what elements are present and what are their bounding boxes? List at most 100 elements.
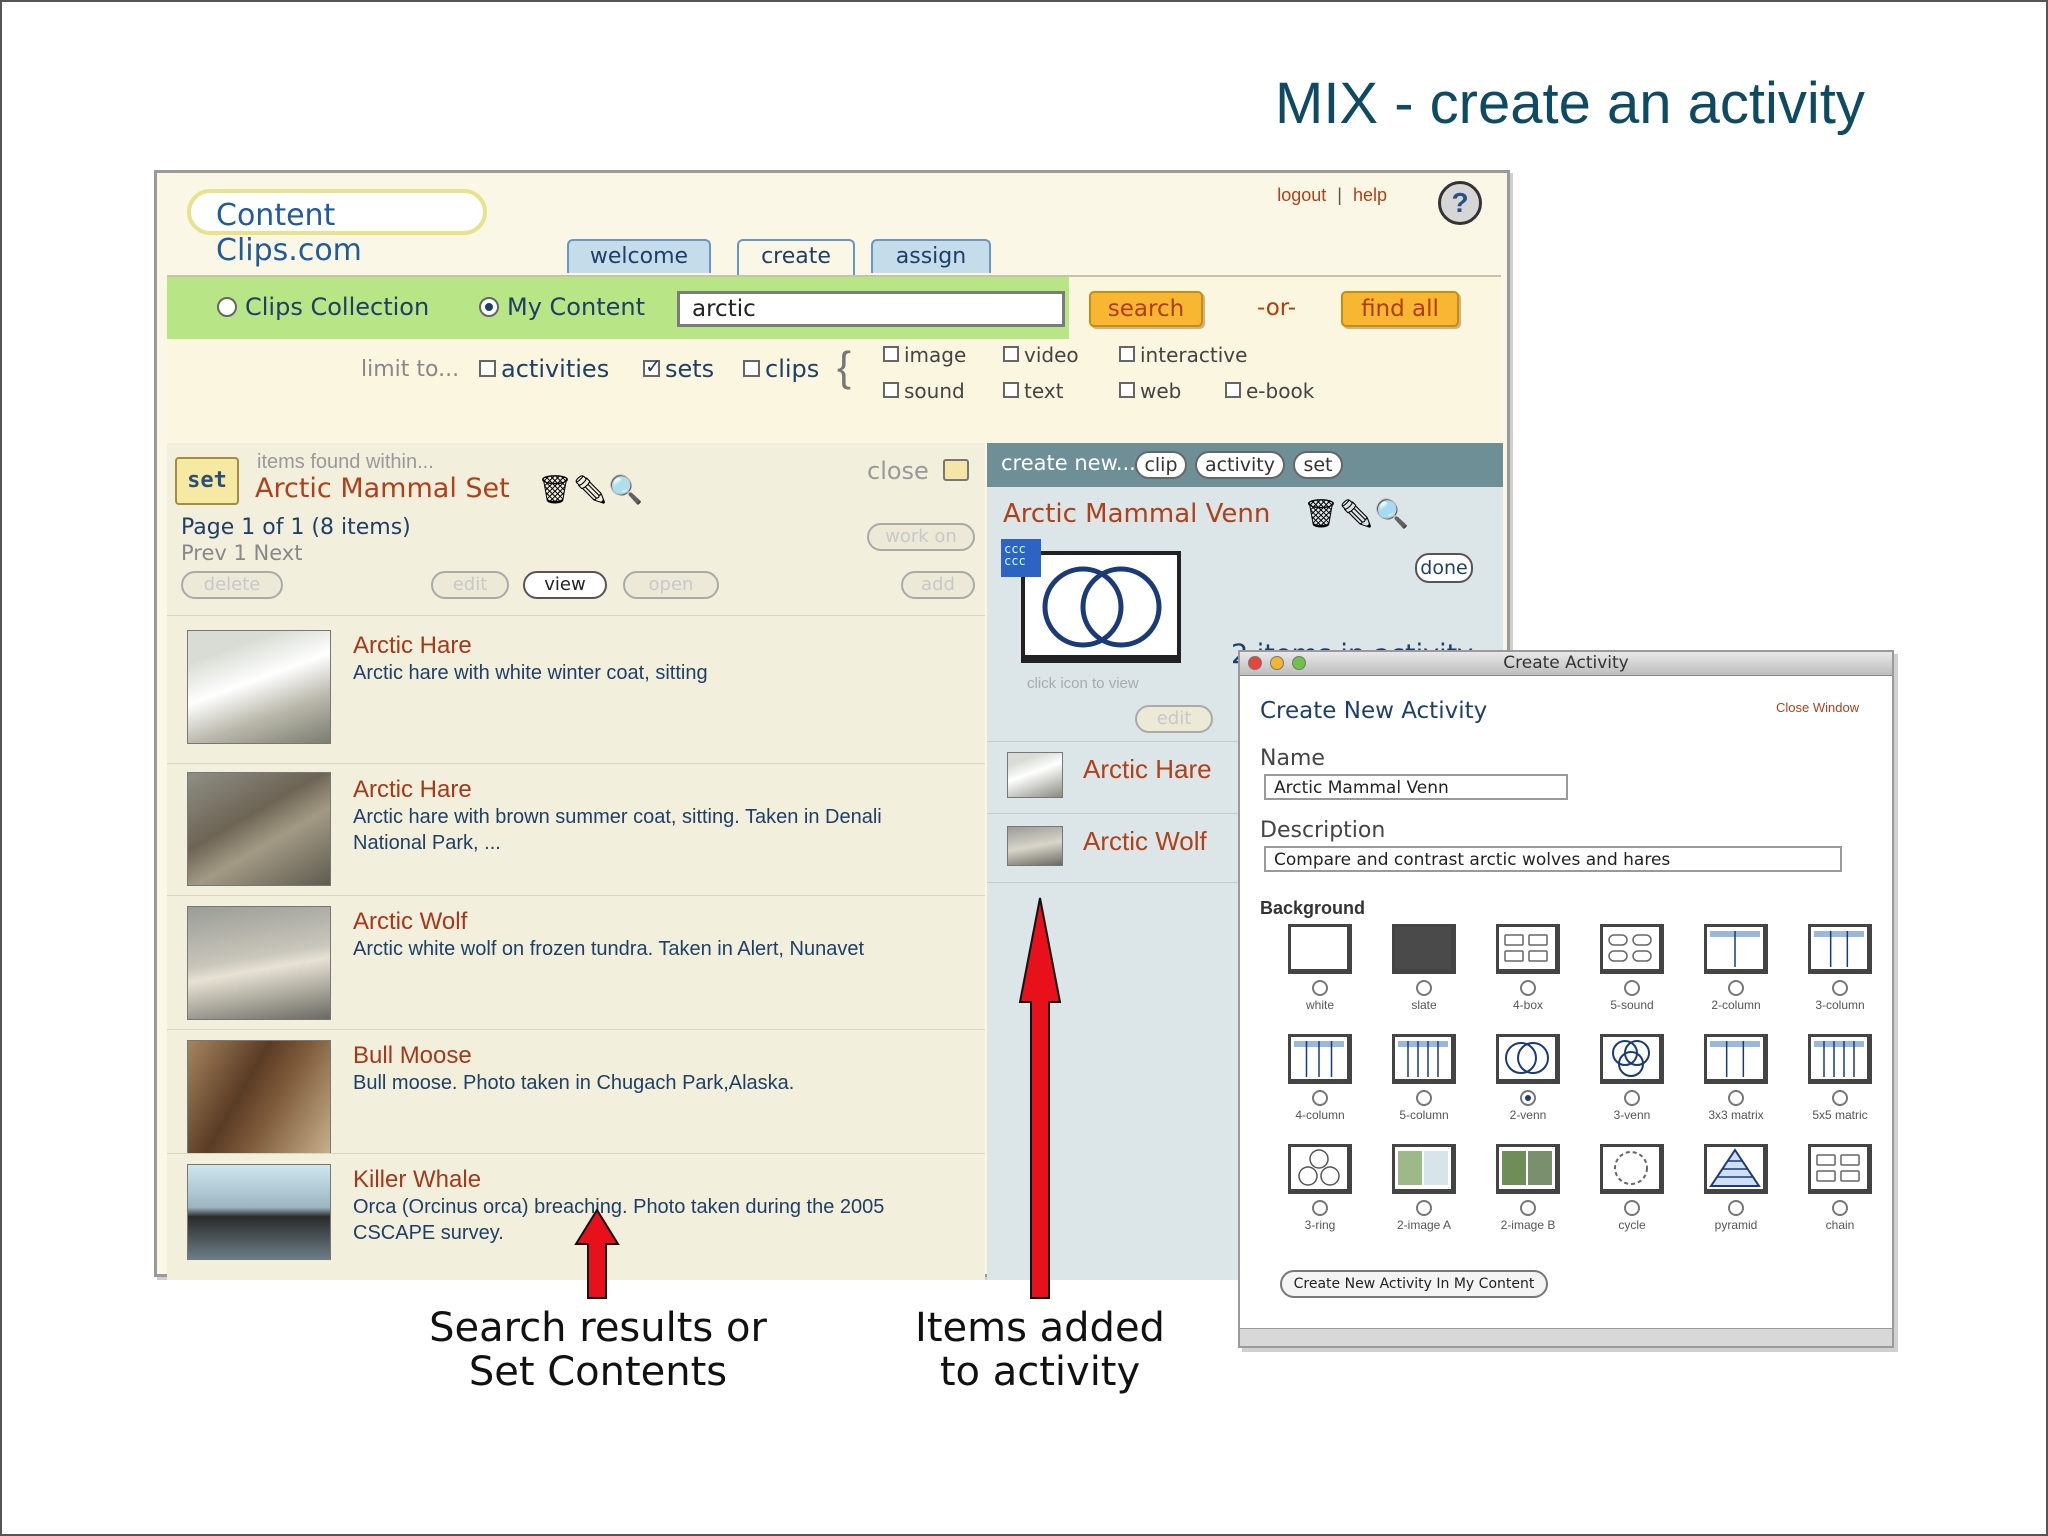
background-option[interactable]: 2-venn bbox=[1474, 1034, 1578, 1134]
delete-button[interactable]: delete bbox=[181, 571, 283, 599]
3x3-matrix-icon[interactable] bbox=[1704, 1034, 1768, 1084]
2-venn-icon[interactable] bbox=[1496, 1034, 1560, 1084]
arctic-hare-brown-thumbnail[interactable] bbox=[187, 772, 331, 886]
checkbox-video[interactable]: video bbox=[1003, 343, 1079, 367]
background-radio[interactable] bbox=[1624, 1200, 1640, 1216]
logout-link[interactable]: logout bbox=[1277, 185, 1326, 205]
pencil-icon[interactable]: ✏ bbox=[573, 474, 609, 505]
background-option[interactable]: 5-column bbox=[1370, 1034, 1474, 1134]
5x5-matrix-icon[interactable] bbox=[1808, 1034, 1872, 1084]
tab-welcome[interactable]: welcome bbox=[567, 239, 711, 273]
site-logo[interactable]: Content Clips.com bbox=[187, 189, 487, 268]
search-input[interactable]: arctic bbox=[677, 291, 1065, 327]
result-title[interactable]: Arctic Wolf bbox=[353, 908, 467, 936]
add-button[interactable]: add bbox=[901, 571, 975, 599]
background-option[interactable]: 2-image A bbox=[1370, 1144, 1474, 1244]
background-radio[interactable] bbox=[1624, 980, 1640, 996]
background-radio[interactable] bbox=[1416, 1090, 1432, 1106]
background-radio[interactable] bbox=[1832, 1090, 1848, 1106]
trash-icon[interactable]: 🗑 bbox=[1303, 498, 1339, 529]
pager[interactable]: Prev 1 Next bbox=[181, 541, 302, 565]
help-icon[interactable]: ? bbox=[1438, 181, 1482, 225]
background-option[interactable]: 5-sound bbox=[1578, 924, 1682, 1024]
radio-my-content[interactable]: My Content bbox=[479, 293, 645, 321]
background-radio[interactable] bbox=[1832, 980, 1848, 996]
2-image-b-icon[interactable] bbox=[1496, 1144, 1560, 1194]
background-radio[interactable] bbox=[1520, 980, 1536, 996]
activity-item-name[interactable]: Arctic Hare bbox=[1083, 754, 1212, 785]
2-image-a-icon[interactable] bbox=[1392, 1144, 1456, 1194]
dialog-titlebar[interactable]: Create Activity bbox=[1240, 652, 1892, 676]
checkbox-image[interactable]: image bbox=[883, 343, 966, 367]
arctic-wolf-thumbnail[interactable] bbox=[187, 906, 331, 1020]
arctic-hare-white-thumbnail[interactable] bbox=[187, 630, 331, 744]
close-window-link[interactable]: Close Window bbox=[1776, 700, 1859, 715]
background-option[interactable]: white bbox=[1266, 924, 1370, 1024]
background-option[interactable]: pyramid bbox=[1682, 1144, 1786, 1244]
view-button[interactable]: view bbox=[523, 571, 607, 599]
background-radio[interactable] bbox=[1416, 1200, 1432, 1216]
background-radio[interactable] bbox=[1312, 980, 1328, 996]
create-clip-button[interactable]: clip bbox=[1135, 451, 1187, 479]
background-option[interactable]: 4-box bbox=[1474, 924, 1578, 1024]
open-button[interactable]: open bbox=[623, 571, 719, 599]
checkbox-sound[interactable]: sound bbox=[883, 379, 965, 403]
name-field[interactable]: Arctic Mammal Venn bbox=[1264, 774, 1568, 800]
3-column-icon[interactable] bbox=[1808, 924, 1872, 974]
result-row[interactable]: Bull Moose Bull moose. Photo taken in Ch… bbox=[167, 1029, 985, 1154]
result-title[interactable]: Bull Moose bbox=[353, 1042, 472, 1070]
background-option[interactable]: 4-column bbox=[1266, 1034, 1370, 1134]
tab-create[interactable]: create bbox=[737, 239, 855, 275]
3-ring-icon[interactable] bbox=[1288, 1144, 1352, 1194]
close-window-icon[interactable] bbox=[1248, 656, 1262, 670]
zoom-window-icon[interactable] bbox=[1292, 656, 1306, 670]
background-option[interactable]: chain bbox=[1786, 1144, 1890, 1244]
background-radio[interactable] bbox=[1520, 1090, 1536, 1106]
4-column-icon[interactable] bbox=[1288, 1034, 1352, 1084]
killer-whale-thumbnail[interactable] bbox=[187, 1164, 331, 1260]
venn-activity-icon[interactable] bbox=[1021, 551, 1181, 663]
background-radio[interactable] bbox=[1312, 1090, 1328, 1106]
checkbox-activities[interactable]: activities bbox=[479, 355, 609, 383]
description-field[interactable]: Compare and contrast arctic wolves and h… bbox=[1264, 846, 1842, 872]
background-option[interactable]: slate bbox=[1370, 924, 1474, 1024]
pencil-icon[interactable]: ✏ bbox=[1339, 498, 1375, 529]
trash-icon[interactable]: 🗑 bbox=[537, 474, 573, 505]
bull-moose-thumbnail[interactable] bbox=[187, 1040, 331, 1154]
background-option[interactable]: cycle bbox=[1578, 1144, 1682, 1244]
create-set-button[interactable]: set bbox=[1293, 451, 1343, 479]
activity-item-name[interactable]: Arctic Wolf bbox=[1083, 826, 1207, 857]
background-radio[interactable] bbox=[1728, 1200, 1744, 1216]
work-on-button[interactable]: work on bbox=[867, 523, 975, 551]
background-option[interactable]: 5x5 matric bbox=[1786, 1034, 1890, 1134]
result-row[interactable]: Arctic Hare Arctic hare with brown summe… bbox=[167, 763, 985, 895]
background-radio[interactable] bbox=[1624, 1090, 1640, 1106]
close-folder-icon[interactable] bbox=[943, 459, 969, 481]
background-radio[interactable] bbox=[1832, 1200, 1848, 1216]
radio-clips-collection[interactable]: Clips Collection bbox=[217, 293, 429, 321]
background-option[interactable]: 2-image B bbox=[1474, 1144, 1578, 1244]
cycle-icon[interactable] bbox=[1600, 1144, 1664, 1194]
background-radio[interactable] bbox=[1416, 980, 1432, 996]
magnifier-icon[interactable]: 🔍 bbox=[1374, 498, 1409, 529]
checkbox-sets[interactable]: sets bbox=[643, 354, 714, 383]
2-column-icon[interactable] bbox=[1704, 924, 1768, 974]
background-radio[interactable] bbox=[1312, 1200, 1328, 1216]
white-icon[interactable] bbox=[1288, 924, 1352, 974]
search-button[interactable]: search bbox=[1089, 291, 1203, 327]
result-row[interactable]: Arctic Wolf Arctic white wolf on frozen … bbox=[167, 895, 985, 1029]
tab-assign[interactable]: assign bbox=[871, 239, 991, 273]
result-title[interactable]: Arctic Hare bbox=[353, 776, 472, 804]
result-row[interactable]: Arctic Hare Arctic hare with white winte… bbox=[167, 615, 985, 763]
background-option[interactable]: 3-column bbox=[1786, 924, 1890, 1024]
done-button[interactable]: done bbox=[1415, 553, 1473, 583]
slate-icon[interactable] bbox=[1392, 924, 1456, 974]
close-link[interactable]: close bbox=[867, 457, 929, 485]
create-activity-button[interactable]: activity bbox=[1195, 451, 1285, 479]
background-radio[interactable] bbox=[1728, 1090, 1744, 1106]
minimize-window-icon[interactable] bbox=[1270, 656, 1284, 670]
checkbox-web[interactable]: web bbox=[1119, 379, 1181, 403]
checkbox-interactive[interactable]: interactive bbox=[1119, 343, 1247, 367]
5-sound-icon[interactable] bbox=[1600, 924, 1664, 974]
background-radio[interactable] bbox=[1728, 980, 1744, 996]
